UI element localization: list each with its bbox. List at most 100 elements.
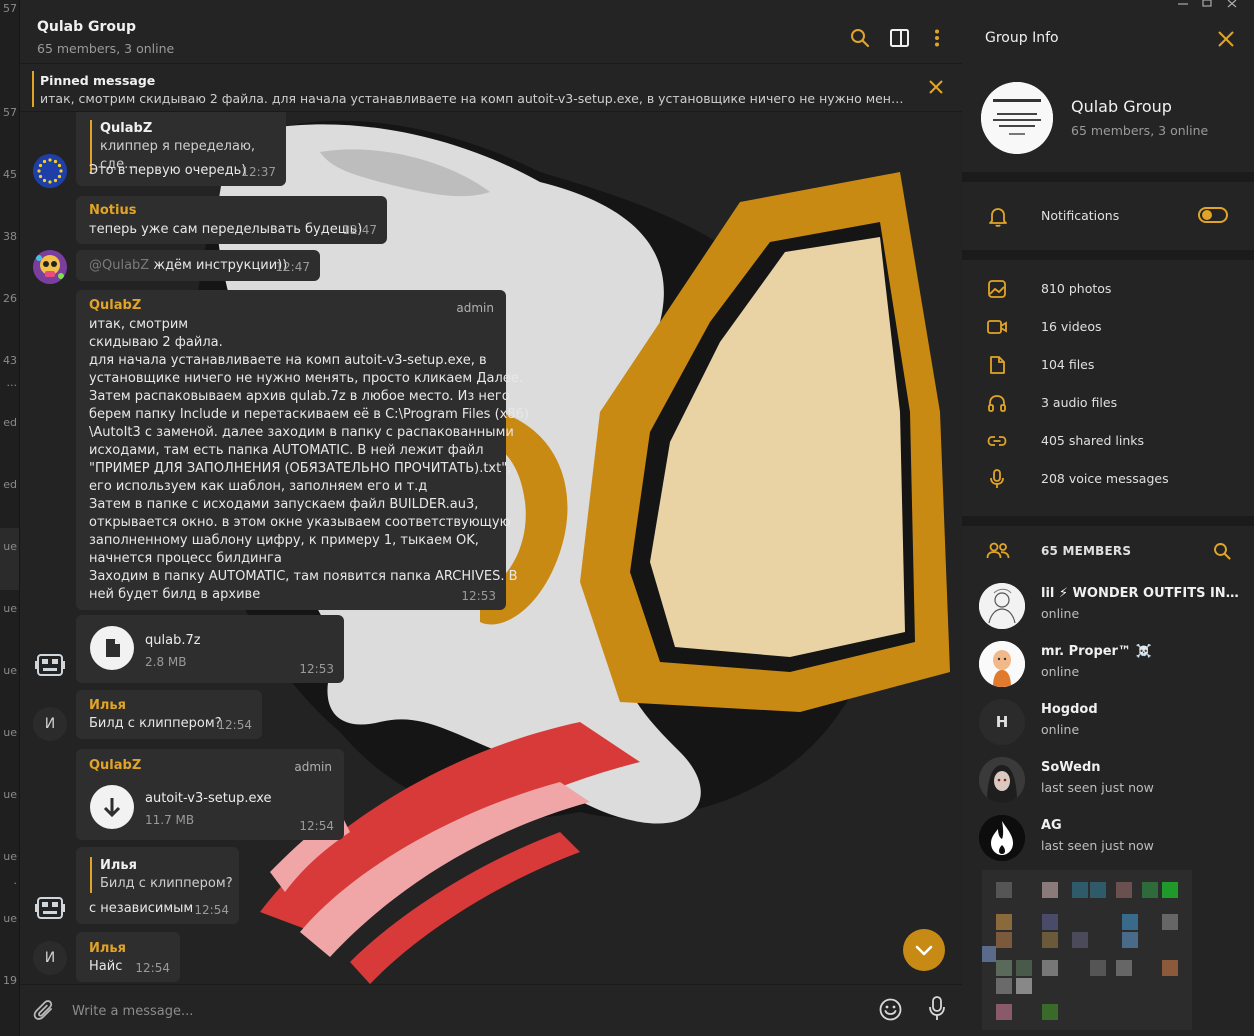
avatar[interactable]: И	[33, 941, 67, 975]
message-text: @QulabZ ждём инструкции))	[89, 257, 287, 275]
chat-list-fragment: ue	[3, 912, 17, 925]
message-bubble[interactable]: QulabZ клиппер я переделаю, сде... Это в…	[76, 112, 286, 186]
message-bubble[interactable]: QulabZ admin итак, смотрим скидываю 2 фа…	[76, 290, 529, 610]
message-sender[interactable]: Notius	[89, 202, 136, 220]
media-row-label: 3 audio files	[1041, 395, 1118, 410]
group-avatar[interactable]	[981, 82, 1053, 154]
file-name[interactable]: autoit-v3-setup.exe	[145, 790, 272, 808]
message-time: 12:54	[299, 819, 334, 833]
avatar[interactable]	[33, 648, 67, 682]
avatar[interactable]	[979, 641, 1025, 687]
member-row[interactable]: SoWedn last seen just now	[962, 755, 1254, 813]
avatar[interactable]	[979, 815, 1025, 861]
member-row[interactable]: AG last seen just now	[962, 813, 1254, 871]
notifications-toggle[interactable]	[1198, 207, 1228, 223]
member-row[interactable]: H Hogdod online	[962, 697, 1254, 755]
avatar[interactable]	[33, 891, 67, 925]
chat-area: Qulab Group 65 members, 3 online Pinned …	[20, 0, 962, 1036]
message-bubble[interactable]: Илья Билд с клиппером? 12:54	[76, 690, 262, 739]
search-icon[interactable]	[850, 28, 870, 48]
shared-media-section: 810 photos 16 videos 104 files 3 audio f…	[962, 260, 1254, 516]
media-row-label: 104 files	[1041, 357, 1095, 372]
avatar[interactable]	[33, 154, 67, 188]
chat-list-fragment: 57	[3, 106, 17, 119]
file-icon	[990, 356, 1005, 374]
message-sender[interactable]: QulabZ	[89, 297, 141, 315]
search-icon[interactable]	[1213, 542, 1231, 560]
skull-avatar-icon	[33, 250, 67, 284]
chat-list-fragment: ue	[3, 664, 17, 677]
message-line: его используем как шаблон, заполняем его…	[89, 479, 428, 494]
chat-list-fragment: ue	[3, 850, 17, 863]
message-text: Найс	[89, 959, 123, 974]
message-line: заполненному шаблону цифру, к примеру 1,…	[89, 533, 479, 548]
pinned-accent-bar	[32, 71, 34, 107]
file-message-bubble[interactable]: qulab.7z 2.8 MB 12:53	[76, 615, 344, 683]
message-text-body: ждём инструкции))	[149, 258, 288, 273]
chat-list-strip[interactable]: 57 57 45 38 26 43 ... ed ed ue ue ue ue …	[0, 0, 20, 1036]
emoji-icon[interactable]	[879, 998, 902, 1021]
chat-list-selected-row[interactable]	[0, 528, 19, 590]
video-icon	[987, 320, 1007, 334]
more-menu-icon[interactable]	[934, 29, 940, 47]
message-input[interactable]	[72, 1000, 852, 1022]
member-row[interactable]: lil ⚡ WONDER OUTFITS IN S... online	[962, 581, 1254, 639]
message-bubble[interactable]: Илья Найс 12:54	[76, 932, 180, 982]
member-status: online	[1041, 722, 1080, 737]
pinned-text[interactable]: итак, смотрим скидываю 2 файла. для нача…	[40, 91, 910, 106]
message-bubble[interactable]: Notius теперь уже сам переделывать будеш…	[76, 196, 387, 244]
avatar[interactable]	[979, 583, 1025, 629]
media-row-files[interactable]: 104 files	[962, 346, 1254, 384]
message-sender[interactable]: Илья	[89, 940, 126, 958]
message-line: \AutoIt3 с заменой. далее заходим в папк…	[89, 425, 514, 440]
message-sender[interactable]: QulabZ	[89, 757, 141, 775]
file-download-button[interactable]	[90, 785, 134, 829]
message-line: исходами, там есть папка AUTOMATIC. В не…	[89, 443, 484, 458]
message-line: ней будет билд в архиве	[89, 587, 261, 602]
reply-preview[interactable]: Илья Билд с клиппером?	[90, 857, 233, 893]
mention-link[interactable]: @QulabZ	[89, 258, 149, 273]
message-time: 12:37	[241, 165, 276, 179]
pinned-message-bar[interactable]: Pinned message итак, смотрим скидываю 2 …	[20, 64, 962, 112]
file-name[interactable]: qulab.7z	[145, 632, 201, 650]
file-download-button[interactable]	[90, 626, 134, 670]
avatar[interactable]: И	[33, 707, 67, 741]
side-panel-toggle-icon[interactable]	[890, 29, 909, 47]
scroll-to-bottom-button[interactable]	[903, 929, 945, 971]
maximize-icon[interactable]	[1202, 0, 1212, 7]
chat-header[interactable]: Qulab Group 65 members, 3 online	[20, 0, 962, 64]
reply-author: Илья	[100, 858, 137, 873]
chat-title[interactable]: Qulab Group	[37, 19, 136, 35]
download-arrow-icon	[103, 798, 121, 818]
notifications-row[interactable]: Notifications	[962, 182, 1254, 250]
chat-list-fragment: .	[13, 874, 18, 887]
media-row-videos[interactable]: 16 videos	[962, 308, 1254, 346]
message-bubble[interactable]: Илья Билд с клиппером? с независимым 12:…	[76, 847, 239, 924]
member-status: online	[1041, 664, 1080, 679]
member-status: online	[1041, 606, 1080, 621]
message-time: 12:53	[461, 589, 496, 603]
close-icon[interactable]	[929, 80, 943, 94]
message-sender[interactable]: Илья	[89, 697, 126, 715]
file-size: 2.8 MB	[145, 655, 187, 669]
avatar[interactable]	[33, 250, 67, 284]
chat-list-fragment: ed	[3, 416, 17, 429]
member-status: last seen just now	[1041, 780, 1154, 795]
microphone-icon[interactable]	[928, 996, 946, 1022]
avatar[interactable]	[979, 757, 1025, 803]
media-row-photos[interactable]: 810 photos	[962, 270, 1254, 308]
file-message-bubble[interactable]: QulabZ admin autoit-v3-setup.exe 11.7 MB…	[76, 749, 344, 840]
headphones-icon	[988, 395, 1006, 412]
media-row-audio[interactable]: 3 audio files	[962, 384, 1254, 422]
media-row-links[interactable]: 405 shared links	[962, 422, 1254, 460]
member-row[interactable]: mr. Proper™ ☠️ online	[962, 639, 1254, 697]
photo-icon	[988, 280, 1006, 298]
member-name: SoWedn	[1041, 760, 1101, 775]
avatar[interactable]: H	[979, 699, 1025, 745]
message-bubble[interactable]: @QulabZ ждём инструкции)) 12:47	[76, 250, 320, 281]
robot-avatar-icon	[35, 897, 65, 919]
close-icon[interactable]	[1218, 31, 1234, 47]
members-group-icon	[986, 542, 1010, 559]
media-row-voice[interactable]: 208 voice messages	[962, 460, 1254, 498]
attach-paperclip-icon[interactable]	[33, 998, 55, 1022]
